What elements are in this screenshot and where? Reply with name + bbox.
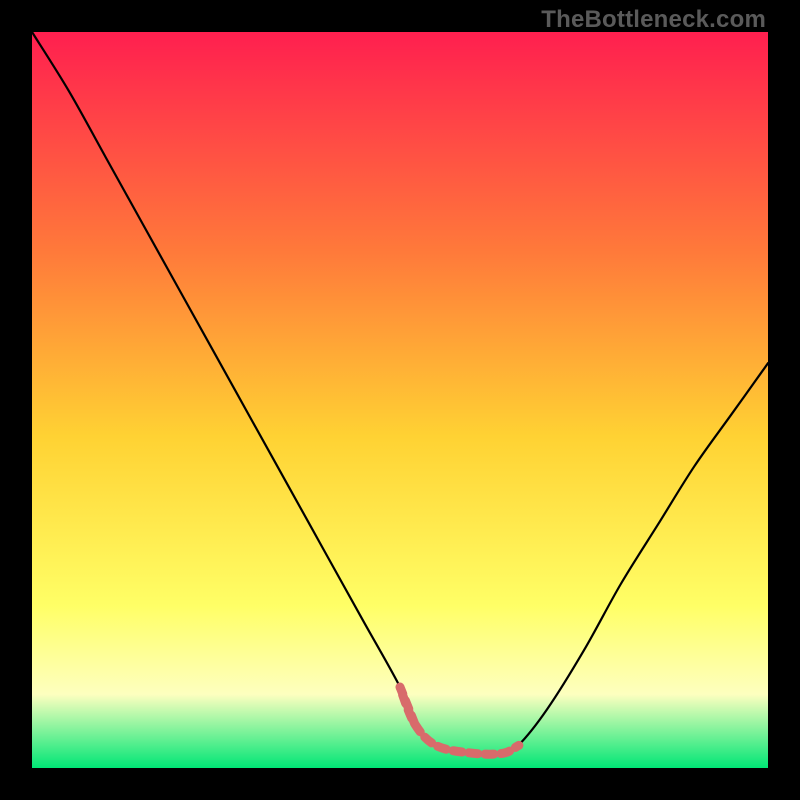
- bottleneck-curve: [32, 32, 768, 754]
- curve-layer: [32, 32, 768, 768]
- chart-stage: TheBottleneck.com: [0, 0, 800, 800]
- flat-region-dash: [400, 687, 519, 754]
- watermark-text: TheBottleneck.com: [541, 6, 766, 34]
- plot-area: [32, 32, 768, 768]
